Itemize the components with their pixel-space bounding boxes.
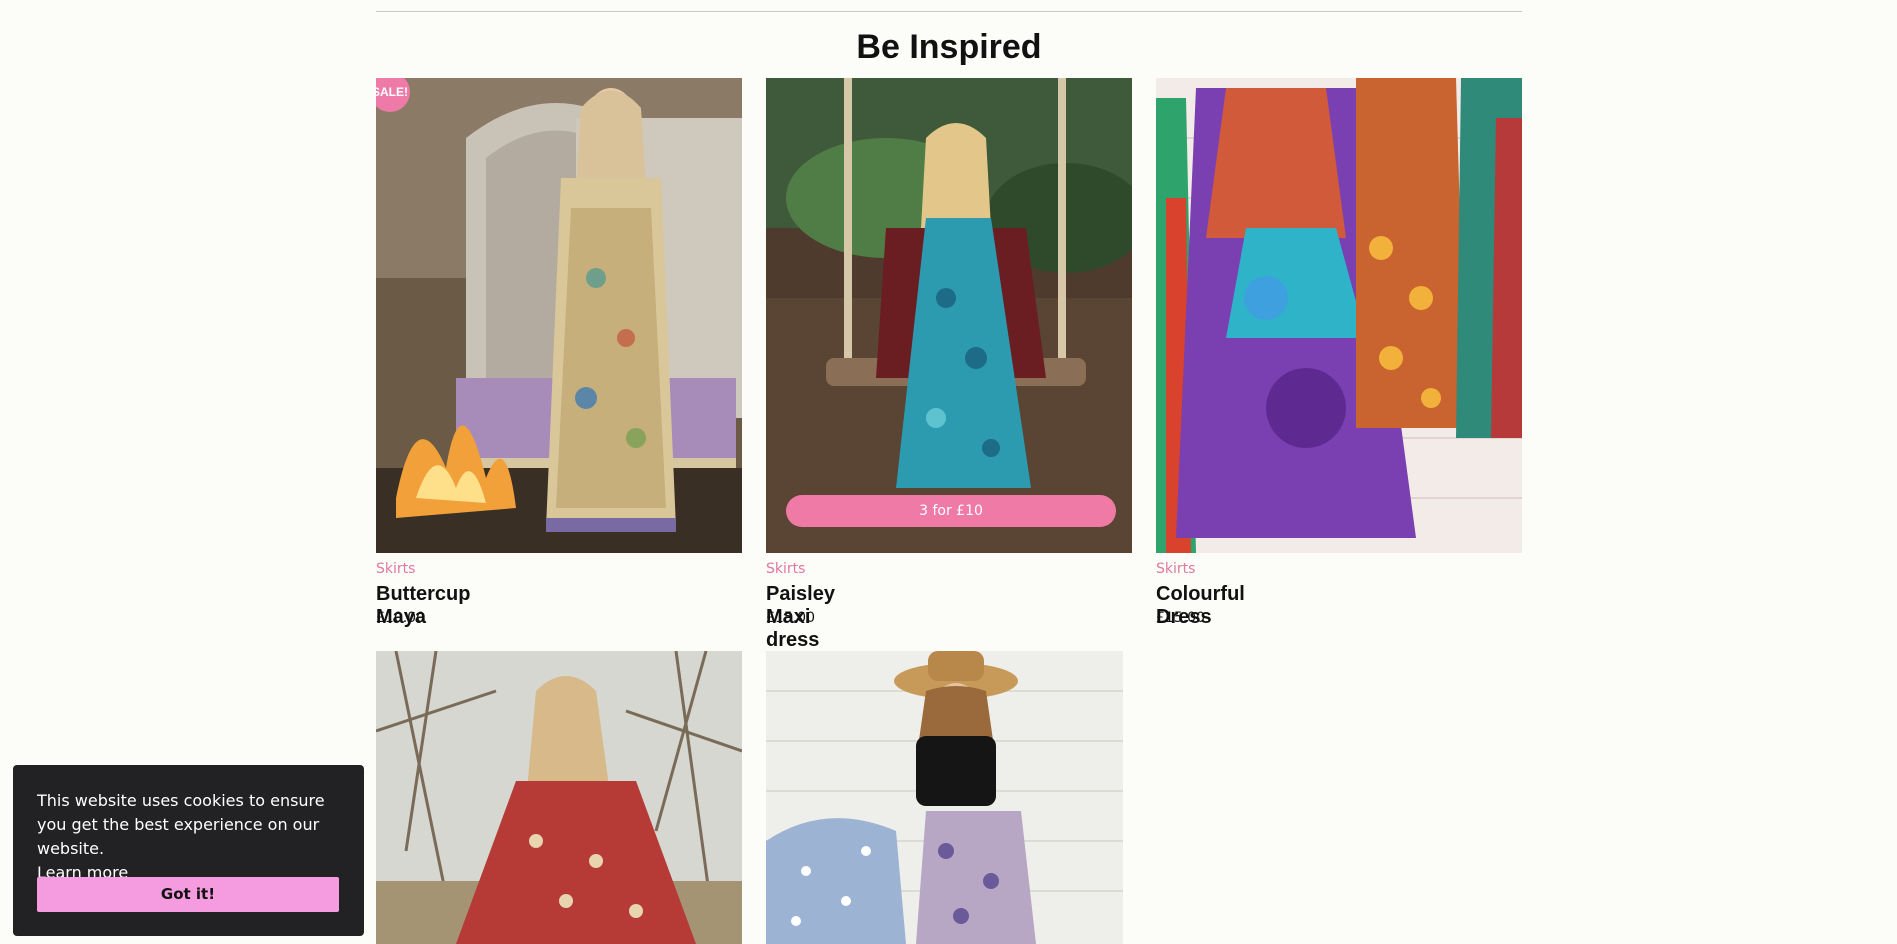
product-image[interactable]: SALE! (376, 78, 742, 553)
product-category[interactable]: Skirts (1156, 561, 1195, 577)
accept-cookies-button[interactable]: Got it! (37, 877, 339, 912)
product-price: £10.00 (376, 610, 425, 626)
product-category[interactable]: Skirts (376, 561, 415, 577)
product-image[interactable] (376, 651, 742, 944)
product-price: £15.00 (1156, 610, 1205, 626)
product-category[interactable]: Skirts (766, 561, 805, 577)
page-title: Be Inspired (856, 28, 1042, 66)
product-image[interactable] (1156, 78, 1522, 553)
cookie-text: This website uses cookies to ensure you … (37, 791, 325, 858)
product-image[interactable] (766, 651, 1123, 944)
section-divider (376, 11, 1522, 12)
cookie-message: This website uses cookies to ensure you … (37, 789, 337, 885)
product-price: £15.00 (766, 610, 815, 626)
promo-label: 3 for £10 (786, 495, 1116, 527)
product-image[interactable]: 3 for £10 (766, 78, 1132, 553)
cookie-banner: This website uses cookies to ensure you … (13, 765, 364, 936)
